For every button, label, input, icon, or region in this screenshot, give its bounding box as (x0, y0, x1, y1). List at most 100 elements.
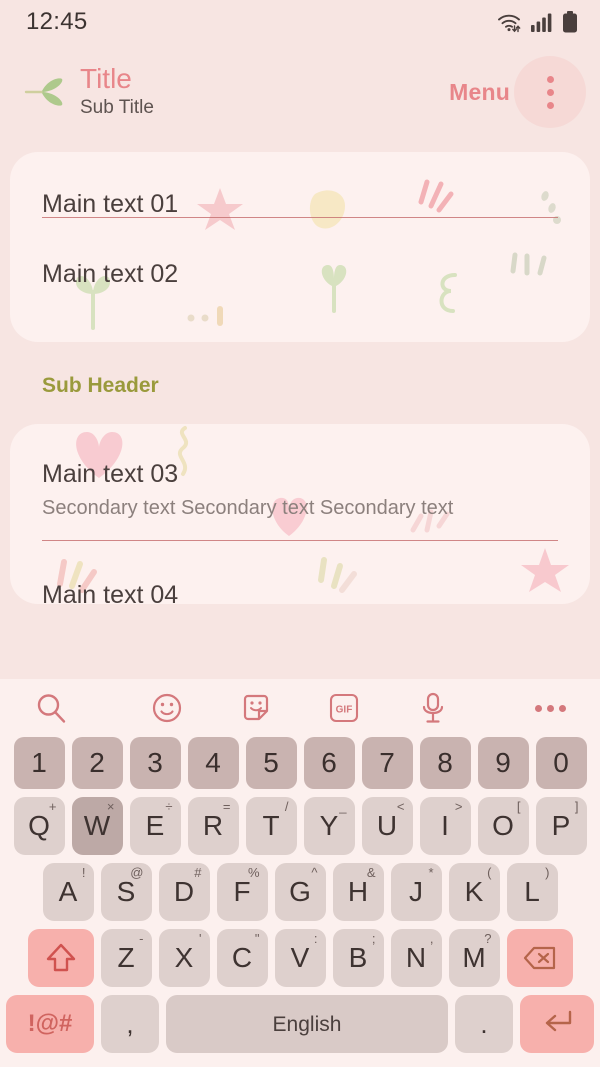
emoji-icon[interactable] (123, 692, 212, 724)
key-label: Q (28, 810, 50, 841)
key-4[interactable]: 4 (187, 737, 239, 789)
key-j[interactable]: * J (390, 863, 442, 921)
more-horizontal-icon[interactable] (477, 704, 567, 712)
list-item[interactable]: Main text 04 (10, 541, 590, 605)
sticker-icon[interactable] (211, 692, 300, 724)
key-s[interactable]: @ S (100, 863, 152, 921)
keyboard-row-bottom: !@# , English . (6, 995, 594, 1053)
shift-icon (46, 942, 76, 974)
key-z[interactable]: -Z (100, 929, 152, 987)
key-u[interactable]: < U (361, 797, 413, 855)
key-v[interactable]: :V (274, 929, 326, 987)
key-a[interactable]: ! A (42, 863, 94, 921)
key-label: X (174, 942, 194, 973)
key-label: C (231, 942, 253, 973)
key-p[interactable]: ] P (535, 797, 587, 855)
space-key[interactable]: English (166, 995, 448, 1053)
key-label: K (464, 876, 484, 907)
key-t[interactable]: / T (245, 797, 297, 855)
key-label: 8 (437, 747, 453, 778)
key-q[interactable]: + Q (13, 797, 65, 855)
key-3[interactable]: 3 (129, 737, 181, 789)
virtual-keyboard: GIF 1 2 3 4 5 6 7 8 9 0 + Q × W ÷ E = R … (0, 679, 600, 1067)
key-superscript: : (313, 931, 318, 946)
key-label: English (272, 1012, 342, 1036)
key-label: I (441, 810, 449, 841)
microphone-icon[interactable] (389, 691, 478, 725)
key-9[interactable]: 9 (477, 737, 529, 789)
back-leaf-icon[interactable] (18, 66, 70, 118)
backspace-key[interactable] (506, 929, 573, 987)
key-label: 3 (147, 747, 163, 778)
key-label: U (376, 810, 398, 841)
shift-key[interactable] (27, 929, 94, 987)
key-8[interactable]: 8 (419, 737, 471, 789)
key-label: E (145, 810, 165, 841)
key-label: D (173, 876, 195, 907)
gif-icon[interactable]: GIF (300, 693, 389, 723)
key-6[interactable]: 6 (303, 737, 355, 789)
key-superscript: " (254, 931, 260, 946)
list-item[interactable]: Main text 02 (10, 218, 590, 287)
key-k[interactable]: (K (448, 863, 500, 921)
key-h[interactable]: & H (332, 863, 384, 921)
search-icon[interactable] (34, 691, 123, 725)
key-superscript: * (428, 865, 434, 880)
key-superscript: ' (199, 931, 202, 946)
key-w[interactable]: × W (71, 797, 123, 855)
key-r[interactable]: = R (187, 797, 239, 855)
overflow-menu-button[interactable] (514, 56, 586, 128)
list-card-2: Main text 03 Secondary text Secondary te… (10, 424, 590, 604)
key-e[interactable]: ÷ E (129, 797, 181, 855)
app-header: Title Sub Title Menu (0, 44, 600, 140)
key-b[interactable]: ; B (332, 929, 384, 987)
list-item[interactable]: Main text 01 (10, 152, 590, 217)
key-superscript: ( (487, 865, 492, 880)
key-y[interactable]: _ Y (303, 797, 355, 855)
key-superscript: ] (574, 799, 579, 814)
key-superscript: > (454, 799, 463, 814)
key-7[interactable]: 7 (361, 737, 413, 789)
key-o[interactable]: [O (477, 797, 529, 855)
key-label: 7 (379, 747, 395, 778)
key-c[interactable]: " C (216, 929, 268, 987)
backspace-icon (523, 945, 557, 971)
comma-key[interactable]: , (101, 995, 159, 1053)
header-actions: Menu (449, 56, 586, 128)
keyboard-toolbar: GIF (0, 679, 600, 737)
list-card-1: Main text 01 Main text 02 (10, 152, 590, 342)
list-item-main-text: Main text 01 (42, 190, 179, 218)
key-superscript: ) (545, 865, 550, 880)
symbols-key[interactable]: !@# (6, 995, 94, 1053)
key-2[interactable]: 2 (71, 737, 123, 789)
menu-label[interactable]: Menu (449, 79, 510, 106)
status-icons (496, 11, 578, 33)
key-x[interactable]: ' X (158, 929, 210, 987)
key-g[interactable]: ^ G (274, 863, 326, 921)
key-superscript: , (429, 931, 434, 946)
key-label: G (289, 876, 311, 907)
key-m[interactable]: ? M (448, 929, 500, 987)
key-1[interactable]: 1 (13, 737, 65, 789)
svg-text:GIF: GIF (336, 705, 353, 716)
list-item[interactable]: Main text 03 Secondary text Secondary te… (10, 424, 590, 519)
key-label: M (462, 942, 486, 973)
key-f[interactable]: % F (216, 863, 268, 921)
list-item-main-text: Main text 02 (42, 260, 179, 288)
key-n[interactable]: ,N (390, 929, 442, 987)
enter-key[interactable] (520, 995, 594, 1053)
key-superscript: ; (371, 931, 376, 946)
key-l[interactable]: ) L (506, 863, 558, 921)
key-i[interactable]: > I (419, 797, 471, 855)
key-superscript: = (222, 799, 231, 814)
period-key[interactable]: . (455, 995, 513, 1053)
key-superscript: + (48, 799, 57, 814)
key-label: T (262, 810, 280, 841)
key-5[interactable]: 5 (245, 737, 297, 789)
key-d[interactable]: # D (158, 863, 210, 921)
key-0[interactable]: 0 (535, 737, 587, 789)
key-label: R (202, 810, 224, 841)
key-superscript: / (284, 799, 289, 814)
status-time: 12:45 (26, 8, 88, 35)
